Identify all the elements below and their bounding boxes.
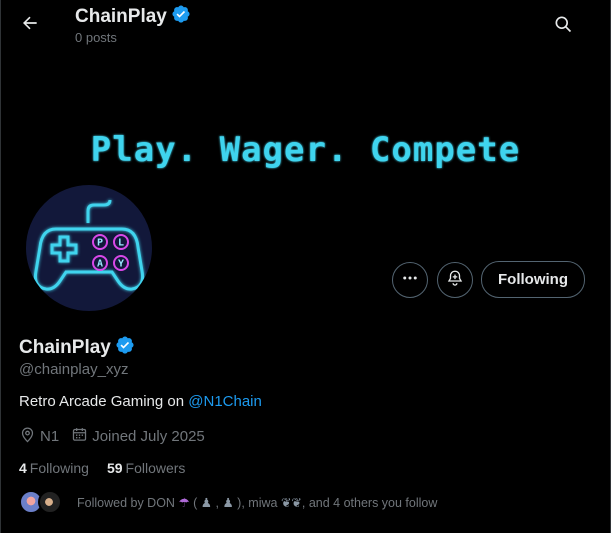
- followed-by-suffix: , and 4 others you follow: [301, 495, 438, 510]
- top-bar: ChainPlay 0 posts: [1, 0, 610, 52]
- followed-by-mid3: ), miwa: [237, 495, 278, 510]
- following-count: 4: [19, 460, 27, 476]
- bell-plus-icon: [446, 269, 464, 292]
- following-label: Following: [29, 460, 89, 476]
- follower-avatars: [19, 490, 71, 514]
- profile-avatar[interactable]: P L A Y: [22, 181, 156, 315]
- flower-icon: ❦❦: [280, 495, 302, 510]
- bio-text: Retro Arcade Gaming on: [19, 393, 189, 410]
- svg-text:P: P: [97, 238, 103, 249]
- verified-badge-icon[interactable]: [115, 335, 135, 360]
- join-date: Joined July 2025: [71, 426, 205, 447]
- post-count: 0 posts: [75, 30, 117, 45]
- back-button[interactable]: [13, 8, 47, 42]
- followers-label: Followers: [125, 460, 186, 476]
- more-options-button[interactable]: [392, 262, 428, 298]
- followed-by-text: Followed by DON ☂ ( ♟ , ♟ ), miwa ❦❦, an…: [77, 495, 437, 510]
- svg-text:A: A: [97, 259, 103, 270]
- notifications-button[interactable]: [437, 262, 473, 298]
- profile-name-row: ChainPlay: [19, 335, 135, 360]
- profile-bio: Retro Arcade Gaming on @N1Chain: [19, 393, 262, 410]
- profile-name: ChainPlay: [19, 336, 111, 358]
- arrow-left-icon: [20, 13, 40, 38]
- person-icon: ♟: [200, 495, 213, 510]
- follow-stats: 4 Following 59 Followers: [19, 460, 203, 476]
- search-button[interactable]: [546, 9, 580, 43]
- following-count-link[interactable]: 4 Following: [19, 460, 89, 476]
- gamepad-icon: P L A Y: [34, 199, 144, 291]
- location: N1: [19, 426, 59, 447]
- svg-text:L: L: [118, 238, 124, 249]
- followers-count: 59: [106, 460, 123, 476]
- umbrella-icon: ☂: [178, 495, 190, 510]
- svg-text:Y: Y: [118, 259, 124, 270]
- join-date-text: Joined July 2025: [92, 428, 205, 445]
- location-text: N1: [40, 428, 60, 445]
- search-icon: [553, 14, 573, 39]
- verified-badge-icon: [171, 4, 191, 29]
- more-horizontal-icon: [401, 269, 419, 292]
- bio-mention-link[interactable]: @N1Chain: [188, 393, 262, 410]
- avatar: [38, 490, 62, 514]
- calendar-icon: [71, 426, 88, 447]
- profile-page: ChainPlay 0 posts Play. Wager. Compete P…: [0, 0, 611, 533]
- person-icon: ♟: [222, 495, 234, 510]
- profile-meta: N1 Joined July 2025: [19, 426, 217, 447]
- followed-by-prefix: Followed by DON: [77, 495, 175, 510]
- header-name: ChainPlay: [75, 5, 167, 27]
- profile-handle: @chainplay_xyz: [19, 361, 129, 378]
- following-button[interactable]: Following: [481, 261, 585, 298]
- location-pin-icon: [19, 426, 36, 447]
- followers-count-link[interactable]: 59 Followers: [107, 460, 185, 476]
- banner-text: Play. Wager. Compete: [90, 130, 521, 170]
- followed-by-mid1: (: [193, 495, 198, 510]
- header-title: ChainPlay: [75, 4, 191, 29]
- followed-by-row[interactable]: Followed by DON ☂ ( ♟ , ♟ ), miwa ❦❦, an…: [19, 490, 437, 514]
- followed-by-mid2: ,: [215, 495, 219, 510]
